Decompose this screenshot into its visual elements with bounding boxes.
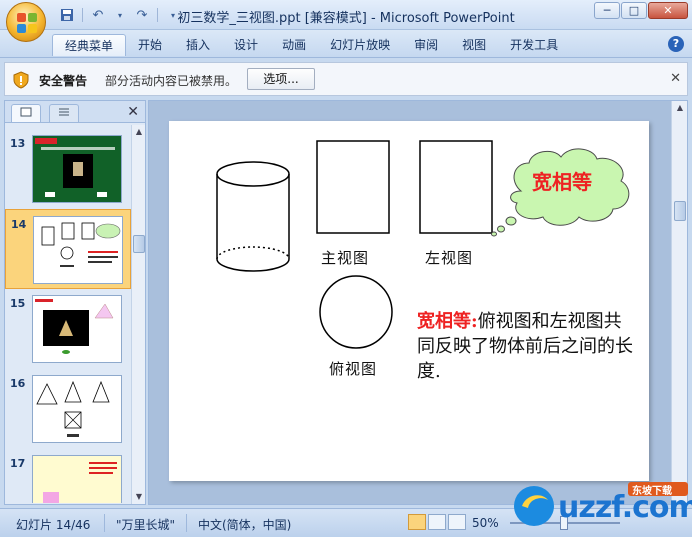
tab-animation[interactable]: 动画 [270,34,318,56]
language-indicator[interactable]: 中文(简体，中国) [198,516,291,533]
status-separator [104,514,105,532]
thumbnail-item[interactable]: 16 [5,369,131,449]
window-title: 初三数学_三视图.ppt [兼容模式] - Microsoft PowerPoi… [177,11,515,26]
slide-number: 15 [10,297,26,310]
office-button[interactable] [6,2,46,42]
slides-pane: ✕ 13 14 15 16 17 ▲ ▼ [4,100,146,505]
cylinder-shape [216,161,290,272]
slideshow-view-icon[interactable] [448,514,466,530]
slide-number: 17 [10,457,26,470]
tab-outline[interactable] [49,104,79,122]
tab-classic-menu[interactable]: 经典菜单 [52,34,127,56]
zoom-level[interactable]: 50% [472,516,499,530]
watermark-subtext: 东坡下载 [632,486,672,497]
front-view-rectangle [316,140,390,234]
office-logo-icon [17,13,37,33]
tab-review[interactable]: 审阅 [402,34,450,56]
security-close-icon[interactable]: ✕ [670,71,681,86]
callout-text: 宽相等 [532,170,592,194]
top-view-circle [319,275,393,349]
thumbnail-item[interactable]: 15 [5,289,131,369]
slide-position: 幻灯片 14/46 [16,518,91,532]
thumbnail-list: 13 14 15 16 17 [5,125,131,503]
security-options-button[interactable]: 选项... [247,68,315,90]
close-button[interactable]: ✕ [648,2,688,19]
tab-home[interactable]: 开始 [126,34,174,56]
thumbnail-item[interactable]: 17 [5,449,131,503]
top-view-label: 俯视图 [329,360,378,378]
help-icon[interactable]: ? [668,36,684,52]
security-warning-message: 部分活动内容已被禁用。 [105,74,238,88]
tab-design[interactable]: 设计 [222,34,270,56]
slide-sorter-view-icon[interactable] [428,514,446,530]
tab-slides[interactable] [11,104,41,122]
tab-view[interactable]: 视图 [450,34,498,56]
scrollbar-thumb[interactable] [674,201,686,221]
left-view-rectangle [419,140,493,234]
pane-tabs: ✕ [5,101,145,123]
slide-thumbnail-14 [33,216,123,284]
tab-developer[interactable]: 开发工具 [498,34,570,56]
window-controls: ─ □ ✕ [594,2,688,19]
tab-slideshow[interactable]: 幻灯片放映 [318,34,402,56]
slide-thumbnail-13 [32,135,122,203]
status-separator [186,514,187,532]
theme-name: "万里长城" [116,518,176,532]
slide-scrollbar[interactable]: ▲ [671,101,687,504]
current-slide[interactable]: 主视图 左视图 俯视图 宽相等 宽相等:俯视图和左视图共同反映了物体前后之间的长… [169,121,649,481]
site-watermark: uzzf.com 东坡下载 [508,472,692,534]
shield-icon [13,71,29,89]
description-highlight: 宽相等: [417,311,478,332]
slide-number: 14 [11,218,27,231]
pane-close-icon[interactable]: ✕ [127,104,139,120]
security-warning-bar: 安全警告 部分活动内容已被禁用。 选项... ✕ [4,62,688,96]
slide-number: 16 [10,377,26,390]
tab-insert[interactable]: 插入 [174,34,222,56]
thumbnail-item-selected[interactable]: 14 [5,209,131,289]
scroll-up-icon[interactable]: ▲ [674,102,686,114]
slide-thumbnail-16 [32,375,122,443]
left-view-label: 左视图 [425,249,474,267]
title-bar: ↶ ▾ ↷ ▾ 初三数学_三视图.ppt [兼容模式] - Microsoft … [0,0,692,42]
maximize-button[interactable]: □ [621,2,647,19]
scrollbar-thumb[interactable] [133,235,145,253]
scroll-up-icon[interactable]: ▲ [133,126,145,138]
slide-number: 13 [10,137,26,150]
front-view-label: 主视图 [321,249,370,267]
slide-thumbnail-17 [32,455,122,503]
slide-editing-area: 主视图 左视图 俯视图 宽相等 宽相等:俯视图和左视图共同反映了物体前后之间的长… [148,100,688,505]
normal-view-icon[interactable] [408,514,426,530]
minimize-button[interactable]: ─ [594,2,620,19]
scroll-down-icon[interactable]: ▼ [133,491,145,503]
ribbon-tabs: 经典菜单 开始 插入 设计 动画 幻灯片放映 审阅 视图 开发工具 ? [0,30,692,58]
slide-thumbnail-15 [32,295,122,363]
description-text: 宽相等:俯视图和左视图共同反映了物体前后之间的长度. [417,309,637,384]
thumbnail-item[interactable]: 13 [5,129,131,209]
security-warning-title: 安全警告 [39,74,88,88]
thumbnail-scrollbar[interactable]: ▲ ▼ [131,125,145,504]
